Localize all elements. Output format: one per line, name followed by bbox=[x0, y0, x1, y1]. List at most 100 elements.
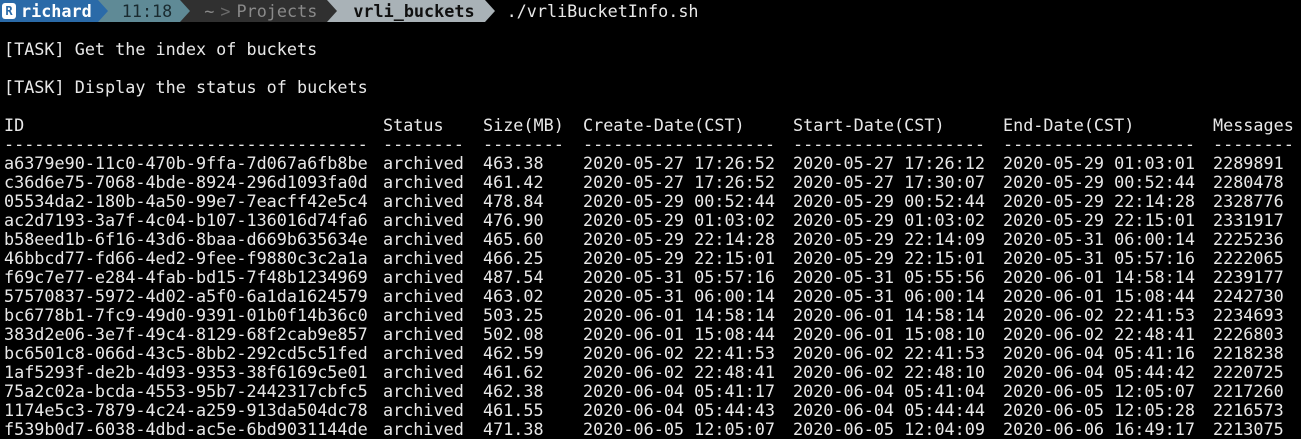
table-header-id-cell: ID bbox=[4, 115, 25, 135]
table-row-status-cell: archived bbox=[383, 172, 464, 192]
table-row-start-date-cell: 2020-05-29 00:52:44 bbox=[793, 191, 985, 211]
table-row-status-cell: archived bbox=[383, 362, 464, 382]
table-row-messages-cell: 2218238 bbox=[1213, 343, 1284, 363]
table-row-create-date-cell: 2020-05-29 00:52:44 bbox=[583, 191, 775, 211]
table-row-create-date-cell: 2020-05-29 22:15:01 bbox=[583, 248, 775, 268]
shell-prompt: Rrichard 11:18 ~ > Projects vrli_buckets .… bbox=[0, 0, 699, 22]
table-row-end-date-cell: 2020-05-31 06:00:14 bbox=[1003, 229, 1195, 249]
table-row-size-cell: 461.62 bbox=[483, 362, 544, 382]
prompt-time: 11:18 bbox=[121, 1, 173, 21]
table-row-create-date-cell: 2020-06-02 22:41:53 bbox=[583, 343, 775, 363]
table-row-status-cell: archived bbox=[383, 191, 464, 211]
table-row-create-date-cell: 2020-06-04 05:41:17 bbox=[583, 381, 775, 401]
powerline-arrow-icon bbox=[97, 0, 108, 22]
table-header-end-date-cell: End-Date(CST) bbox=[1003, 115, 1135, 135]
table-row-create-date-cell: 2020-06-01 15:08:44 bbox=[583, 324, 775, 344]
table-row-size-cell: 465.60 bbox=[483, 229, 544, 249]
powerline-arrow-icon bbox=[327, 0, 338, 22]
table-row-messages-cell: 2213075 bbox=[1213, 419, 1284, 439]
table-row-start-date-cell: 2020-05-31 06:00:14 bbox=[793, 286, 985, 306]
table-divider-start-date-cell: ------------------- bbox=[793, 134, 985, 154]
table-row-start-date-cell: 2020-05-29 01:03:02 bbox=[793, 210, 985, 230]
table-row-id-cell: 383d2e06-3e7f-49c4-8129-68f2cab9e857 bbox=[4, 324, 368, 344]
table-row-status-cell: archived bbox=[383, 210, 464, 230]
table-row-id-cell: f539b0d7-6038-4dbd-ac5e-6bd9031144de bbox=[4, 419, 368, 439]
table-divider-end-date-cell: ------------------- bbox=[1003, 134, 1195, 154]
table-row-size-cell: 462.38 bbox=[483, 381, 544, 401]
table-row-id-cell: ac2d7193-3a7f-4c04-b107-136016d74fa6 bbox=[4, 210, 368, 230]
table-row-create-date-cell: 2020-05-27 17:26:52 bbox=[583, 153, 775, 173]
table-row-size-cell: 463.02 bbox=[483, 286, 544, 306]
table-row-create-date-cell: 2020-05-31 06:00:14 bbox=[583, 286, 775, 306]
prompt-current-dir: vrli_buckets bbox=[353, 1, 475, 21]
table-row-status-cell: archived bbox=[383, 400, 464, 420]
prompt-username: richard bbox=[21, 1, 92, 21]
powerline-arrow-icon bbox=[484, 0, 495, 22]
table-row-status-cell: archived bbox=[383, 343, 464, 363]
table-row-id-cell: 05534da2-180b-4a50-99e7-7eacff42e5c4 bbox=[4, 191, 368, 211]
table-row-start-date-cell: 2020-06-02 22:48:10 bbox=[793, 362, 985, 382]
table-row-start-date-cell: 2020-06-04 05:41:04 bbox=[793, 381, 985, 401]
table-row-create-date-cell: 2020-05-31 05:57:16 bbox=[583, 267, 775, 287]
table-row-status-cell: archived bbox=[383, 305, 464, 325]
table-row-create-date-cell: 2020-05-29 22:14:28 bbox=[583, 229, 775, 249]
terminal-window[interactable]: Rrichard 11:18 ~ > Projects vrli_buckets .… bbox=[0, 0, 1301, 439]
prompt-home: ~ bbox=[204, 1, 215, 21]
table-row-id-cell: bc6778b1-7fc9-49d0-9391-01b0f14b36c0 bbox=[4, 305, 368, 325]
table-row-id-cell: 75a2c02a-bcda-4553-95b7-2442317cbfc5 bbox=[4, 381, 368, 401]
table-row-messages-cell: 2216573 bbox=[1213, 400, 1284, 420]
table-row-start-date-cell: 2020-06-01 14:58:14 bbox=[793, 305, 985, 325]
table-row-status-cell: archived bbox=[383, 153, 464, 173]
table-row-status-cell: archived bbox=[383, 381, 464, 401]
prompt-dir-segment: vrli_buckets bbox=[337, 0, 485, 22]
table-row-create-date-cell: 2020-06-02 22:48:41 bbox=[583, 362, 775, 382]
table-divider-id-cell: ------------------------------------ bbox=[4, 134, 368, 154]
table-row-messages-cell: 2239177 bbox=[1213, 267, 1284, 287]
table-row-status-cell: archived bbox=[383, 267, 464, 287]
table-row-id-cell: 57570837-5972-4d02-a5f0-6a1da1624579 bbox=[4, 286, 368, 306]
table-row-start-date-cell: 2020-05-27 17:30:07 bbox=[793, 172, 985, 192]
table-row-create-date-cell: 2020-05-27 17:26:52 bbox=[583, 172, 775, 192]
user-badge-icon: R bbox=[2, 3, 16, 19]
table-row-messages-cell: 2242730 bbox=[1213, 286, 1284, 306]
table-row-id-cell: a6379e90-11c0-470b-9ffa-7d067a6fb8be bbox=[4, 153, 368, 173]
table-row-create-date-cell: 2020-05-29 01:03:02 bbox=[583, 210, 775, 230]
table-row-end-date-cell: 2020-06-05 12:05:28 bbox=[1003, 400, 1195, 420]
table-row-messages-cell: 2225236 bbox=[1213, 229, 1284, 249]
table-row-size-cell: 466.25 bbox=[483, 248, 544, 268]
path-separator-icon: > bbox=[220, 1, 231, 21]
table-row-id-cell: c36d6e75-7068-4bde-8924-296d1093fa0d bbox=[4, 172, 368, 192]
table-row-status-cell: archived bbox=[383, 286, 464, 306]
table-row-start-date-cell: 2020-05-31 05:55:56 bbox=[793, 267, 985, 287]
table-row-end-date-cell: 2020-06-06 16:49:17 bbox=[1003, 419, 1195, 439]
prompt-path-segment: ~ > Projects bbox=[190, 0, 328, 22]
prompt-path-folder: Projects bbox=[236, 1, 318, 21]
table-row-end-date-cell: 2020-05-29 22:15:01 bbox=[1003, 210, 1195, 230]
table-divider-size-cell: -------- bbox=[483, 134, 564, 154]
table-divider-status-cell: -------- bbox=[383, 134, 464, 154]
table-row-end-date-cell: 2020-06-02 22:48:41 bbox=[1003, 324, 1195, 344]
table-row-messages-cell: 2222065 bbox=[1213, 248, 1284, 268]
table-row-size-cell: 478.84 bbox=[483, 191, 544, 211]
table-row-messages-cell: 2289891 bbox=[1213, 153, 1284, 173]
table-row-end-date-cell: 2020-05-29 01:03:01 bbox=[1003, 153, 1195, 173]
table-row-start-date-cell: 2020-05-29 22:14:09 bbox=[793, 229, 985, 249]
table-row-create-date-cell: 2020-06-05 12:05:07 bbox=[583, 419, 775, 439]
table-row-start-date-cell: 2020-06-05 12:04:09 bbox=[793, 419, 985, 439]
table-row-end-date-cell: 2020-05-29 22:14:28 bbox=[1003, 191, 1195, 211]
table-row-size-cell: 487.54 bbox=[483, 267, 544, 287]
table-row-size-cell: 461.55 bbox=[483, 400, 544, 420]
table-row-messages-cell: 2234693 bbox=[1213, 305, 1284, 325]
table-row-start-date-cell: 2020-05-29 22:15:01 bbox=[793, 248, 985, 268]
table-row-size-cell: 502.08 bbox=[483, 324, 544, 344]
table-header-messages-cell: Messages bbox=[1213, 115, 1294, 135]
table-header-status-cell: Status bbox=[383, 115, 444, 135]
table-row-end-date-cell: 2020-06-01 15:08:44 bbox=[1003, 286, 1195, 306]
table-row-messages-cell: 2280478 bbox=[1213, 172, 1284, 192]
table-row-end-date-cell: 2020-06-04 05:41:16 bbox=[1003, 343, 1195, 363]
table-row-messages-cell: 2220725 bbox=[1213, 362, 1284, 382]
table-header-start-date-cell: Start-Date(CST) bbox=[793, 115, 945, 135]
table-row-start-date-cell: 2020-06-02 22:41:53 bbox=[793, 343, 985, 363]
command-text: ./vrliBucketInfo.sh bbox=[506, 1, 699, 21]
table-row-create-date-cell: 2020-06-01 14:58:14 bbox=[583, 305, 775, 325]
